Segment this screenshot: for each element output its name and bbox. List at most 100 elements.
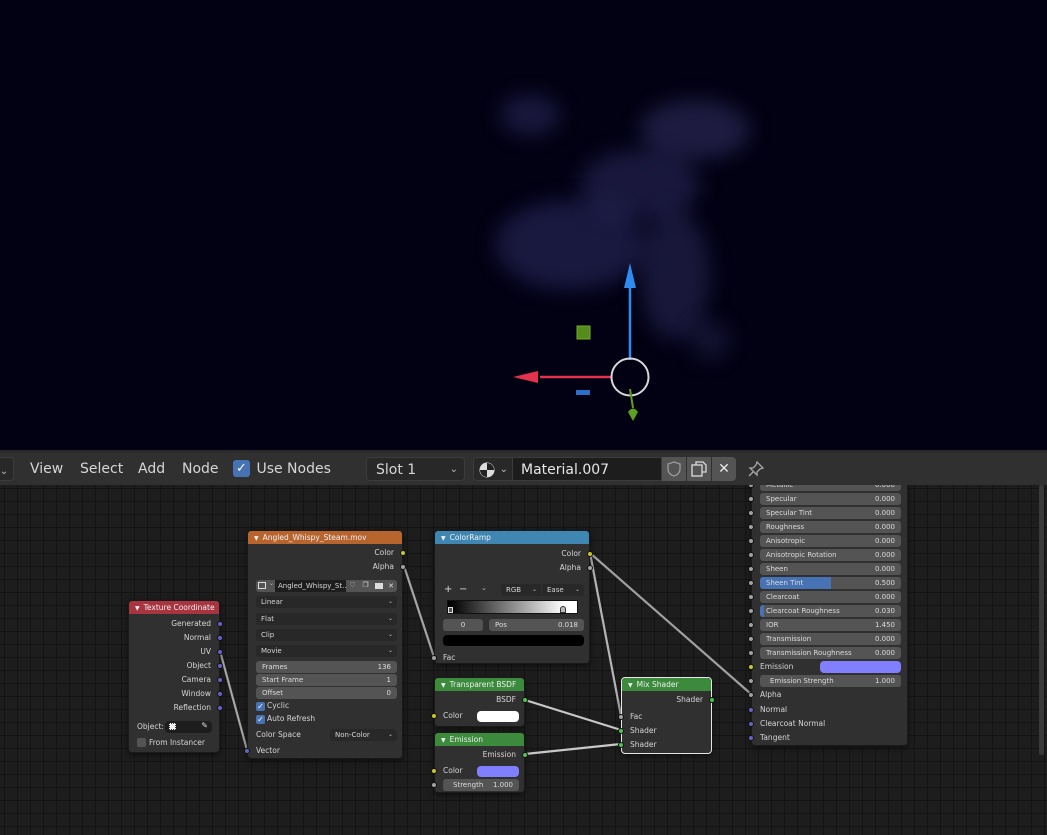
socket-color-out[interactable] xyxy=(400,550,406,556)
menu-add[interactable]: Add xyxy=(133,457,170,481)
node-header[interactable]: ▼ Transparent BSDF xyxy=(435,678,524,691)
socket-color-in[interactable] xyxy=(431,768,437,774)
fake-user-button[interactable]: ⛉ xyxy=(346,580,359,592)
color-swatch[interactable] xyxy=(477,711,519,722)
principled-socket[interactable] xyxy=(748,538,754,544)
principled-field[interactable]: Sheen Tint 0.500 xyxy=(760,577,901,589)
socket-shader-out[interactable] xyxy=(709,697,715,703)
unlink-material-button[interactable]: ✕ xyxy=(712,457,736,481)
principled-socket[interactable] xyxy=(748,496,754,502)
emission-node[interactable]: ▼ Emission Emission Color Strength 1.000 xyxy=(431,732,528,793)
image-name-field[interactable]: Angled_Whispy_St... xyxy=(275,580,346,592)
socket-bsdf-out[interactable] xyxy=(522,697,528,703)
principled-field[interactable]: Transmission 0.000 xyxy=(760,633,901,645)
principled-field[interactable]: Specular 0.000 xyxy=(760,493,901,505)
principled-socket[interactable] xyxy=(748,566,754,572)
vertical-scrollbar[interactable] xyxy=(1039,485,1044,755)
socket-window[interactable] xyxy=(217,691,223,697)
socket-vector-in[interactable] xyxy=(244,748,250,754)
ramp-stop-white[interactable] xyxy=(560,606,566,613)
principled-socket[interactable] xyxy=(748,594,754,600)
principled-bsdf-node[interactable]: Metallic 0.000 Specular 0.000 Specular Tint 0… xyxy=(748,470,908,746)
socket-alpha-in[interactable] xyxy=(748,692,754,698)
transparent-bsdf-node[interactable]: ▼ Transparent BSDF BSDF Color xyxy=(431,677,528,727)
principled-field[interactable]: Anisotropic 0.000 xyxy=(760,535,901,547)
socket-emission-in[interactable] xyxy=(748,664,754,670)
fake-user-button[interactable] xyxy=(662,457,686,481)
collapse-triangle-icon[interactable]: ▼ xyxy=(441,535,446,542)
remove-stop-button[interactable]: − xyxy=(459,584,467,595)
principled-field[interactable]: Anisotropic Rotation 0.000 xyxy=(760,549,901,561)
socket-alpha-out[interactable] xyxy=(587,565,593,571)
interpolation-dropdown[interactable]: Linear ⌄ xyxy=(256,596,397,608)
add-stop-button[interactable]: + xyxy=(444,584,452,595)
socket-color-out[interactable] xyxy=(587,551,593,557)
principled-socket[interactable] xyxy=(748,580,754,586)
object-picker[interactable]: ✎ xyxy=(165,721,212,733)
principled-socket[interactable] xyxy=(748,510,754,516)
strength-field[interactable]: Strength 1.000 xyxy=(443,779,519,791)
principled-field[interactable]: Clearcoat 0.000 xyxy=(760,591,901,603)
principled-field[interactable]: Clearcoat Roughness 0.030 xyxy=(760,605,901,617)
color-space-dropdown[interactable]: Non-Color ⌄ xyxy=(330,729,397,741)
color-ramp-node[interactable]: ▼ ColorRamp Color Alpha + − ⌄ RGB ⌄ Ease ⌄ … xyxy=(431,530,593,664)
duplicate-material-button[interactable] xyxy=(687,457,711,481)
principled-socket[interactable] xyxy=(748,636,754,642)
ramp-menu-chevron-icon[interactable]: ⌄ xyxy=(481,584,487,592)
ramp-stop-black[interactable] xyxy=(448,607,453,613)
socket-object[interactable] xyxy=(217,663,223,669)
offset-field[interactable]: Offset 0 xyxy=(256,687,397,699)
collapse-triangle-icon[interactable]: ▼ xyxy=(135,605,140,612)
socket-fac-in[interactable] xyxy=(618,714,624,720)
eyedropper-icon[interactable]: ✎ xyxy=(201,721,208,730)
slot-dropdown[interactable]: Slot 1 ⌄ xyxy=(366,457,465,481)
emission-strength-field[interactable]: Emission Strength 1.000 xyxy=(760,675,901,687)
stop-position-field[interactable]: Pos 0.018 xyxy=(489,619,584,631)
principled-socket[interactable] xyxy=(748,524,754,530)
socket-shader-in-1[interactable] xyxy=(618,728,624,734)
from-instancer-checkbox[interactable] xyxy=(137,738,146,747)
open-file-button[interactable] xyxy=(372,580,385,592)
principled-socket[interactable] xyxy=(748,650,754,656)
image-browse-button[interactable]: ⌄ xyxy=(256,580,275,592)
socket-reflection[interactable] xyxy=(217,705,223,711)
socket-tangent-in[interactable] xyxy=(748,735,754,741)
collapse-triangle-icon[interactable]: ▼ xyxy=(441,682,446,689)
socket-uv[interactable] xyxy=(217,649,223,655)
socket-shader-in-2[interactable] xyxy=(618,742,624,748)
3d-viewport[interactable] xyxy=(0,0,1047,452)
node-header[interactable]: ▼ Emission xyxy=(435,733,524,746)
active-stop-field[interactable]: 0 xyxy=(443,619,483,631)
principled-socket[interactable] xyxy=(748,552,754,558)
collapse-triangle-icon[interactable]: ▼ xyxy=(628,682,633,689)
mix-shader-node[interactable]: ▼ Mix Shader Shader Fac Shader Shader xyxy=(618,677,715,754)
socket-alpha-out[interactable] xyxy=(400,564,406,570)
socket-camera[interactable] xyxy=(217,677,223,683)
pin-button[interactable] xyxy=(745,457,767,481)
socket-emission-out[interactable] xyxy=(522,752,528,758)
collapse-triangle-icon[interactable]: ▼ xyxy=(254,535,259,542)
interpolation-dropdown[interactable]: Ease ⌄ xyxy=(542,584,584,596)
principled-socket[interactable] xyxy=(748,608,754,614)
menu-select[interactable]: Select xyxy=(75,457,128,481)
material-browse-button[interactable]: ⌄ xyxy=(473,457,513,481)
principled-field[interactable]: IOR 1.450 xyxy=(760,619,901,631)
node-header[interactable]: ▼ Angled_Whispy_Steam.mov xyxy=(248,531,402,544)
principled-field[interactable]: Sheen 0.000 xyxy=(760,563,901,575)
image-texture-node[interactable]: ▼ Angled_Whispy_Steam.mov Color Alpha ⌄ A… xyxy=(244,530,406,759)
socket-clearcoat-normal-in[interactable] xyxy=(748,721,754,727)
color-mode-dropdown[interactable]: RGB ⌄ xyxy=(501,584,541,596)
socket-strength-in[interactable] xyxy=(431,782,437,788)
menu-node[interactable]: Node xyxy=(177,457,224,481)
start-frame-field[interactable]: Start Frame 1 xyxy=(256,674,397,686)
principled-field[interactable]: Specular Tint 0.000 xyxy=(760,507,901,519)
node-header[interactable]: ▼ Mix Shader xyxy=(622,678,711,691)
material-name-field[interactable]: Material.007 xyxy=(512,457,662,481)
collapse-triangle-icon[interactable]: ▼ xyxy=(441,737,446,744)
color-ramp-gradient[interactable] xyxy=(447,600,578,614)
emission-color-swatch[interactable] xyxy=(820,661,901,673)
texture-coordinate-node[interactable]: ▼ Texture Coordinate Generated Normal UV … xyxy=(128,600,223,753)
frames-field[interactable]: Frames 136 xyxy=(256,661,397,673)
editor-type-dropdown[interactable]: ⌄ xyxy=(0,457,14,481)
menu-view[interactable]: View xyxy=(25,457,68,481)
